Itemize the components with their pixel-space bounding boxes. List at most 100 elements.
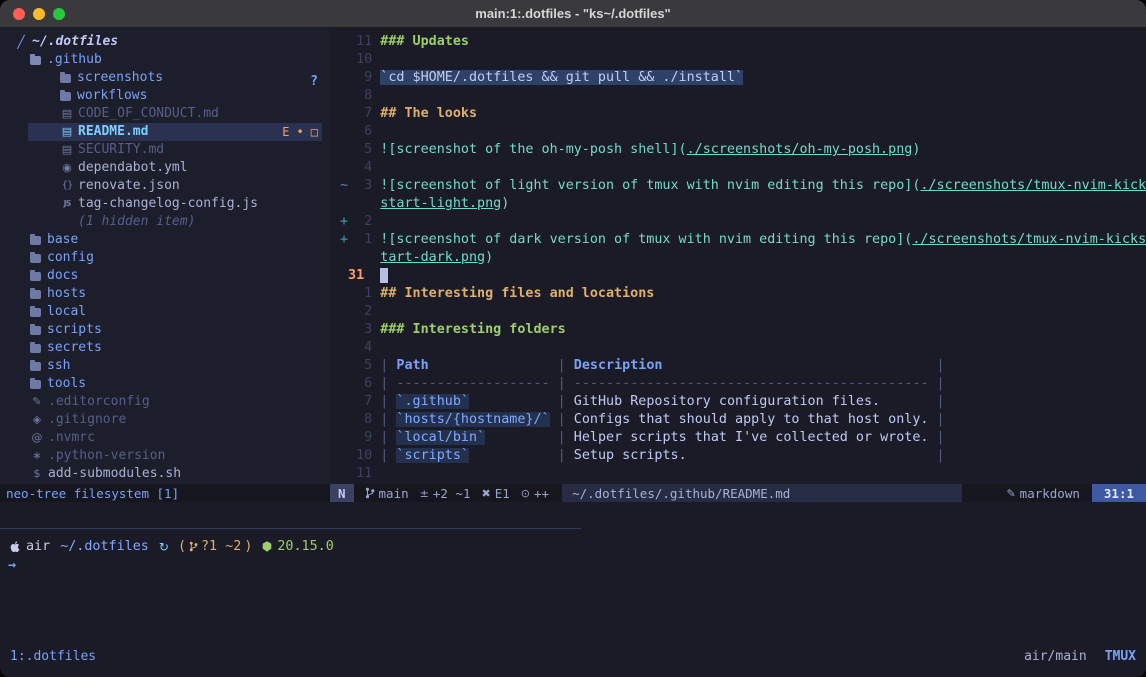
inline-code: `hosts/{hostname}/` (396, 412, 549, 427)
tree-item[interactable]: ◉dependabot.yml (0, 159, 330, 177)
lualine: N main ± +2 ~1 ✖ E1 ⊙ ++ ~/.dotfiles/.g (330, 484, 1146, 502)
image-link-label: ) (912, 142, 920, 157)
editor-line[interactable]: 10 | `scripts` | Setup scripts. | (340, 447, 1146, 465)
table-header-cell: Description (574, 358, 663, 373)
at-icon: @ (30, 429, 44, 447)
editor-line[interactable]: 8 | `hosts/{hostname}/` | Configs that s… (340, 411, 1146, 429)
editor-line[interactable]: +2 (340, 213, 1146, 231)
image-link-url: start-light.png (380, 196, 501, 211)
shell-pane[interactable]: air ~/.dotfiles ↻ ( ?1 ~2 ) 20.15.0 → (0, 537, 1146, 575)
editor-line[interactable]: 4 (340, 339, 1146, 357)
tree-item[interactable]: local (0, 303, 330, 321)
editor-line[interactable]: 2 (340, 303, 1146, 321)
tree-item[interactable]: {}renovate.json (0, 177, 330, 195)
tree-item-label: scripts (47, 321, 102, 339)
line-number: 31 (348, 267, 372, 285)
line-number: 11 (348, 33, 372, 51)
editor-line[interactable]: 5 ![screenshot of the oh-my-posh shell](… (340, 141, 1146, 159)
image-link-url: tart-dark.png (380, 250, 485, 265)
tree-item-label: local (47, 303, 86, 321)
markdown-icon: ▤ (60, 105, 74, 123)
tree-item[interactable]: ▤SECURITY.md (0, 141, 330, 159)
editor-line[interactable]: ~3 ![screenshot of light version of tmux… (340, 177, 1146, 195)
close-button[interactable] (13, 8, 25, 20)
status-badge: E (282, 123, 289, 141)
gutter-gap (372, 159, 380, 177)
tree-item[interactable]: scripts (0, 321, 330, 339)
editor-line[interactable]: 9 | `local/bin` | Helper scripts that I'… (340, 429, 1146, 447)
tree-item[interactable]: .github (0, 51, 330, 69)
editor-line[interactable]: 6 (340, 123, 1146, 141)
zoom-button[interactable] (53, 8, 65, 20)
tree-item[interactable]: ssh (0, 357, 330, 375)
editor-line[interactable]: tart-dark.png) (340, 249, 1146, 267)
tmux-window-item[interactable]: 1:.dotfiles (10, 649, 96, 664)
tree-item[interactable]: workflows (0, 87, 330, 105)
editor-line[interactable]: 7 ## The looks (340, 105, 1146, 123)
help-icon[interactable]: ? (310, 74, 318, 89)
editor-line[interactable]: 7 | `.github` | GitHub Repository config… (340, 393, 1146, 411)
tree-item[interactable]: @.nvmrc (0, 429, 330, 447)
tree-item[interactable]: screenshots (0, 69, 330, 87)
editor-line[interactable]: 8 (340, 87, 1146, 105)
tree-item[interactable]: ◈.gitignore (0, 411, 330, 429)
tree-item[interactable]: ╱~/.dotfiles (0, 33, 330, 51)
editor-pane[interactable]: 11 ### Updates 10 9 `cd $HOME/.dotfiles … (330, 28, 1146, 484)
line-number: 11 (348, 465, 372, 483)
table-pipe: | (550, 376, 574, 391)
table-cell-text (469, 448, 550, 463)
editor-line[interactable]: 10 (340, 51, 1146, 69)
gutter-gap (372, 267, 380, 285)
statusline: neo-tree filesystem [1] N main ± +2 ~1 ✖… (0, 484, 1146, 502)
editor-line[interactable]: 3 ### Interesting folders (340, 321, 1146, 339)
tree-item[interactable]: (1 hidden item) (0, 213, 330, 231)
editor-line[interactable]: start-light.png) (340, 195, 1146, 213)
editor-line[interactable]: 6 | ------------------- | --------------… (340, 375, 1146, 393)
minimize-button[interactable] (33, 8, 45, 20)
status-badge: □ (311, 123, 318, 141)
tree-item[interactable]: tools (0, 375, 330, 393)
tree-item-label: SECURITY.md (78, 141, 164, 159)
editor-line[interactable]: 9 `cd $HOME/.dotfiles && git pull && ./i… (340, 69, 1146, 87)
gutter-sign: + (340, 231, 348, 249)
editor-line[interactable]: 31 (340, 267, 1146, 285)
editor-line[interactable]: 11 (340, 465, 1146, 483)
markdown-heading: ## The looks (380, 106, 477, 121)
tree-item[interactable]: ∗.python-version (0, 447, 330, 465)
gutter-sign (340, 285, 348, 303)
line-number: 1 (348, 231, 372, 249)
tree-item-label: ssh (47, 357, 70, 375)
neotree-statusline: neo-tree filesystem [1] (0, 484, 330, 502)
tree-item[interactable]: base (0, 231, 330, 249)
table-pipe: | (380, 430, 396, 445)
tree-item[interactable]: ▤CODE_OF_CONDUCT.md (0, 105, 330, 123)
editor-line[interactable]: 5 | Path | Description | (340, 357, 1146, 375)
table-cell-text (662, 358, 928, 373)
tree-item[interactable]: secrets (0, 339, 330, 357)
inline-code: `cd $HOME/.dotfiles && git pull && ./ins… (380, 70, 743, 85)
tree-item[interactable]: hosts (0, 285, 330, 303)
editor-line[interactable]: 4 (340, 159, 1146, 177)
tree-item[interactable]: $add-submodules.sh (0, 465, 330, 483)
gutter-sign (340, 33, 348, 51)
editor-line[interactable]: +1 ![screenshot of dark version of tmux … (340, 231, 1146, 249)
editor-line[interactable]: 11 ### Updates (340, 33, 1146, 51)
table-pipe: | (929, 358, 945, 373)
gutter-sign (340, 51, 348, 69)
gutter-sign (340, 375, 348, 393)
tree-item[interactable]: ✎.editorconfig (0, 393, 330, 411)
tree-item[interactable]: docs (0, 267, 330, 285)
tree-item[interactable]: config (0, 249, 330, 267)
gutter-sign (340, 69, 348, 87)
table-cell-text (469, 394, 550, 409)
tmux-statusbar: 1:.dotfiles air/main TMUX (0, 647, 1146, 665)
line-number: 2 (348, 213, 372, 231)
image-link-label: ![screenshot of the oh-my-posh shell]( (380, 142, 686, 157)
tree-item[interactable]: JStag-changelog-config.js (0, 195, 330, 213)
pencil-icon: ✎ (1006, 487, 1015, 500)
error-icon: ✖ (482, 487, 491, 500)
folder-icon (30, 254, 41, 263)
editor-line[interactable]: 1 ## Interesting files and locations (340, 285, 1146, 303)
tree-item[interactable]: ▤README.mdE•□ (0, 123, 330, 141)
cursor-block (380, 268, 388, 283)
